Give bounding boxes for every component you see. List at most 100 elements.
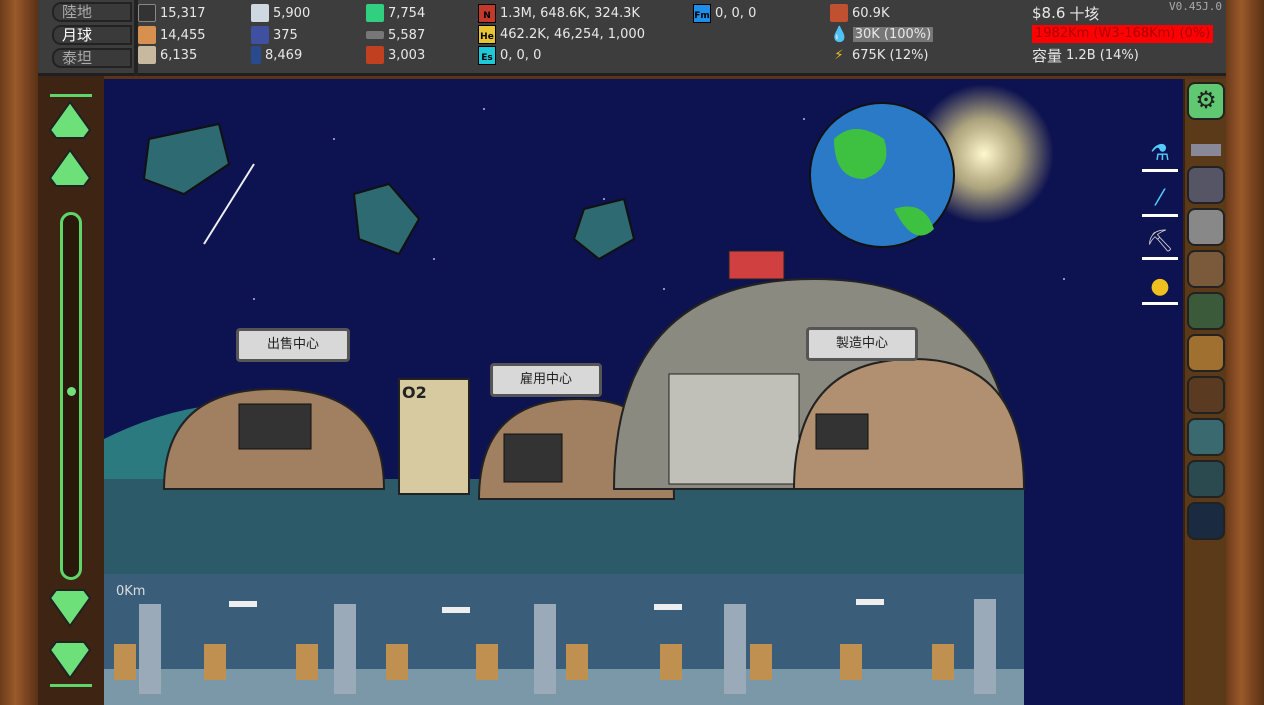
money: $8.6十垓 — [1032, 3, 1099, 23]
oil-drop-icon: 💧 — [830, 25, 849, 43]
location-tab-titan[interactable]: 泰坦 — [52, 48, 132, 68]
resource-value: 7,754 — [388, 6, 425, 21]
workers-stat: 60.9K — [830, 3, 889, 23]
boost-bar — [1142, 214, 1178, 217]
workshop-button[interactable] — [1187, 208, 1225, 246]
depth-label: 0Km — [116, 584, 145, 599]
bottom-line — [50, 684, 92, 687]
resource-silver: 6,135 — [138, 45, 197, 65]
helium-icon: He — [478, 25, 496, 44]
gear-icon: ⚙ — [1195, 86, 1217, 114]
boost-bar — [1142, 257, 1178, 260]
element-fermium: Fm 0, 0, 0 — [693, 3, 756, 23]
element-value: 1.3M, 648.6K, 324.3K — [500, 6, 640, 21]
resource-shard: 8,469 — [251, 45, 302, 65]
potion-icon: ⚗ — [1142, 141, 1178, 166]
boost-bar — [1142, 169, 1178, 172]
oil-value: 30K (100%) — [853, 27, 934, 42]
resource-steel: 5,587 — [366, 25, 425, 45]
depth-navigation — [38, 76, 104, 705]
scroll-bottom-button[interactable] — [48, 640, 92, 680]
element-einsteinium: Es 0, 0, 0 — [478, 45, 541, 65]
emerald-icon — [366, 4, 384, 22]
cube-ore-icon — [251, 26, 269, 44]
depth-slider[interactable] — [60, 212, 82, 580]
element-value: 0, 0, 0 — [715, 6, 756, 21]
resource-crystal: 5,900 — [251, 3, 310, 23]
fermium-icon: Fm — [693, 4, 711, 23]
wood-frame-left — [0, 0, 38, 705]
scroll-top-button[interactable] — [48, 100, 92, 140]
power-value: 675K (12%) — [852, 48, 929, 63]
element-value: 462.2K, 46,254, 1,000 — [500, 27, 645, 42]
pickaxe-boost[interactable]: ⛏ — [1142, 229, 1178, 260]
craft-center-sign[interactable]: 製造中心 — [806, 327, 918, 361]
resource-coal: 15,317 — [138, 3, 206, 23]
resource-value: 15,317 — [160, 6, 206, 21]
lightning-icon: ⚡ — [830, 48, 848, 63]
manager-button[interactable] — [1187, 166, 1225, 204]
version-label: V0.45J.0 — [1169, 0, 1222, 13]
o2-label: O2 — [402, 383, 427, 402]
drill-button[interactable] — [1187, 334, 1225, 372]
mine-shaft-button[interactable] — [1187, 292, 1225, 330]
element-helium: He 462.2K, 46,254, 1,000 — [478, 24, 645, 44]
asteroid — [574, 199, 634, 259]
money-unit: 十垓 — [1069, 3, 1099, 24]
moon-base-scene: 出售中心 雇用中心 製造中心 O2 0Km ⚗ ⁄ ⛏ ● — [104, 79, 1184, 705]
top-line — [50, 94, 92, 97]
einsteinium-icon: Es — [478, 46, 496, 65]
steel-bar-icon — [366, 31, 384, 39]
syringe-boost[interactable]: ⁄ — [1142, 186, 1178, 217]
sell-center-sign[interactable]: 出售中心 — [236, 328, 350, 362]
potion-boost[interactable]: ⚗ — [1142, 141, 1178, 172]
asteroid — [354, 184, 419, 254]
element-value: 0, 0, 0 — [500, 48, 541, 63]
lava-button[interactable] — [1187, 376, 1225, 414]
capacity: 容量 1.2B (14%) — [1032, 45, 1139, 65]
resource-value: 375 — [273, 28, 298, 43]
resource-copper: 14,455 — [138, 25, 206, 45]
wood-frame-right — [1226, 0, 1264, 705]
building-sidebar: ⚙ — [1183, 79, 1226, 705]
silver-ore-icon — [138, 46, 156, 64]
capacity-value: 1.2B (14%) — [1066, 48, 1139, 63]
hire-center-sign[interactable]: 雇用中心 — [490, 363, 602, 397]
asteroid — [144, 124, 229, 194]
location-tab-land[interactable]: 陸地 — [52, 2, 132, 22]
nitrogen-icon: N — [478, 4, 496, 23]
capacity-label: 容量 — [1032, 45, 1062, 66]
copper-ore-icon — [138, 26, 156, 44]
gold-nugget-icon: ● — [1142, 274, 1178, 299]
resource-value: 3,003 — [388, 48, 425, 63]
settings-button[interactable]: ⚙ — [1187, 82, 1225, 120]
resource-value: 5,900 — [273, 6, 310, 21]
money-amount: $8.6 — [1032, 4, 1065, 22]
anvil-icon — [1191, 144, 1221, 156]
teleporter-button[interactable] — [1187, 418, 1225, 456]
resource-value: 6,135 — [160, 48, 197, 63]
slider-thumb[interactable] — [67, 387, 76, 396]
scroll-down-button[interactable] — [48, 588, 92, 628]
boost-bar — [1142, 302, 1178, 305]
resource-value: 8,469 — [265, 48, 302, 63]
portal-button[interactable] — [1187, 502, 1225, 540]
red-mech-icon — [366, 46, 384, 64]
depth-alert: 1982Km (W3-168Km) (0%) — [1032, 25, 1213, 43]
scene-art — [104, 79, 1184, 705]
anvil-button[interactable] — [1187, 124, 1225, 162]
gold-boost[interactable]: ● — [1142, 274, 1178, 305]
power-stat: ⚡ 675K (12%) — [830, 45, 929, 65]
resource-mech: 3,003 — [366, 45, 425, 65]
scroll-up-button[interactable] — [48, 148, 92, 188]
blue-shard-icon — [251, 46, 261, 64]
syringe-icon: ⁄ — [1142, 186, 1178, 211]
element-nitrogen: N 1.3M, 648.6K, 324.3K — [478, 3, 640, 23]
cave-button[interactable] — [1187, 250, 1225, 288]
resource-value: 5,587 — [388, 28, 425, 43]
workers-value: 60.9K — [852, 6, 889, 21]
oil-stat: 💧 30K (100%) — [830, 24, 933, 44]
location-tab-moon[interactable]: 月球 — [52, 25, 132, 45]
toolbox-icon — [830, 4, 848, 22]
robot-button[interactable] — [1187, 460, 1225, 498]
